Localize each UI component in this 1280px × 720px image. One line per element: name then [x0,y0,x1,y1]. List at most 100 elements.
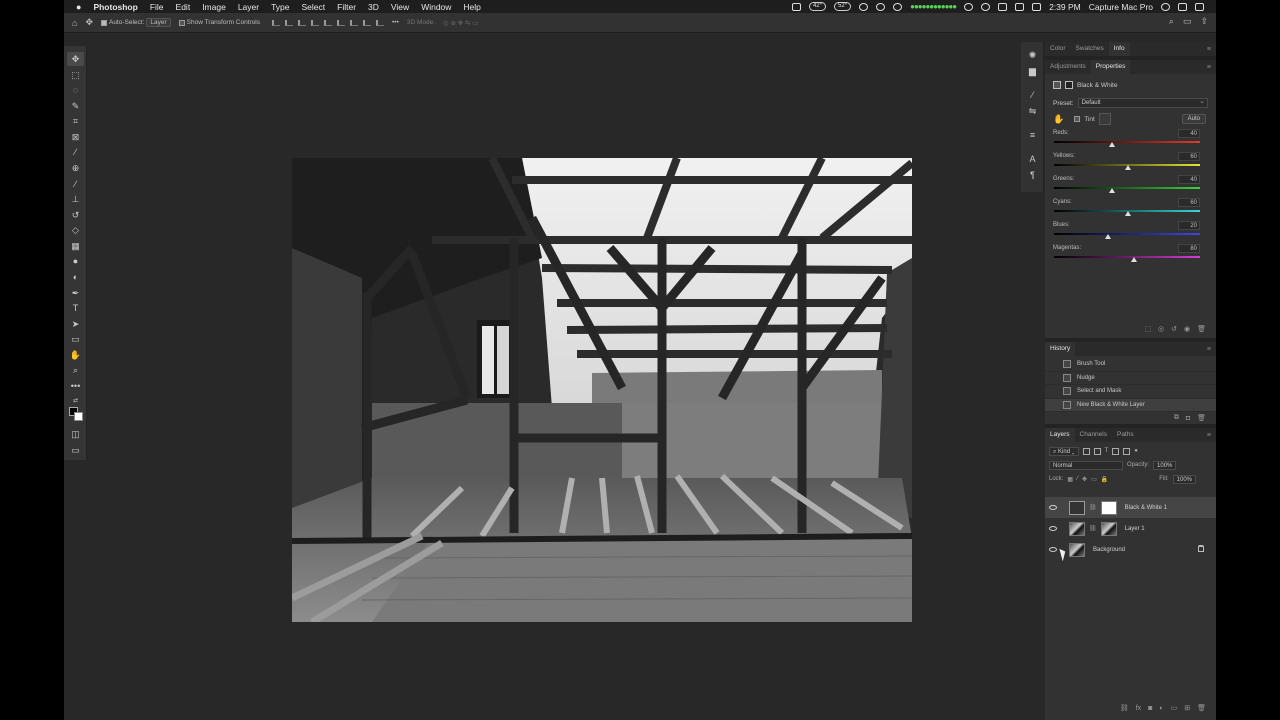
align-top-icon[interactable] [311,19,320,26]
layer-name[interactable]: Background [1093,547,1125,553]
slider-thumb[interactable] [1131,257,1138,262]
new-group-icon[interactable]: ▭ [1171,704,1178,712]
filter-pixel-icon[interactable] [1082,447,1090,455]
slider-value-input[interactable]: 40 [1178,175,1200,184]
healing-brush-tool-icon[interactable]: ⊕ [67,161,84,175]
menu-3d[interactable]: 3D [368,2,379,12]
brush-tool-icon[interactable]: ⁄ [67,177,84,191]
menubar-clock[interactable]: 2:39 PM [1049,2,1081,12]
slider-thumb[interactable] [1125,211,1132,216]
filter-kind-dropdown[interactable]: ⌕ Kind ⌄ [1049,446,1079,456]
menu-filter[interactable]: Filter [337,2,356,12]
lock-position-icon[interactable]: ✥ [1082,476,1087,483]
spotlight-icon[interactable] [1161,2,1170,11]
control-center-icon[interactable] [1178,2,1187,11]
move-tool-preset-icon[interactable]: ✥ [85,17,93,28]
lock-all-icon[interactable]: 🔒 [1101,476,1108,483]
align-center-icon[interactable] [285,19,294,26]
filter-toggle-icon[interactable]: ● [1134,448,1138,454]
bluetooth-icon[interactable] [981,2,991,11]
distribute-h-icon[interactable] [376,19,385,26]
path-select-tool-icon[interactable]: ➤ [67,317,84,331]
notification-icon[interactable] [1195,2,1204,11]
apple-icon[interactable]: ● [76,2,81,12]
move-tool-icon[interactable]: ✥ [67,52,84,66]
lock-icon[interactable] [1198,545,1204,552]
slider-value-input[interactable]: 60 [1178,198,1200,207]
crop-tool-icon[interactable]: ⌗ [67,114,84,128]
eyedropper-tool-icon[interactable]: ⁄ [67,145,84,159]
link-icon[interactable]: ⛓ [1089,504,1097,511]
new-layer-icon[interactable]: ⊞ [1184,704,1190,712]
panel-menu-icon[interactable]: ≡ [1207,346,1211,353]
filter-smart-object-icon[interactable] [1123,447,1131,455]
screen-record-icon[interactable] [791,2,801,11]
blend-mode-dropdown[interactable]: Normal [1049,460,1123,470]
show-transform-checkbox[interactable] [178,19,185,26]
layer-thumbnail[interactable] [1069,521,1085,536]
panel-menu-icon[interactable]: ≡ [1207,432,1211,439]
menu-image[interactable]: Image [202,2,226,12]
menu-window[interactable]: Window [421,2,451,12]
slider-value-input[interactable]: 20 [1178,221,1200,230]
auto-select-checkbox[interactable] [100,19,107,26]
auto-select-dropdown[interactable]: Layer [146,18,171,27]
adjustment-layer-icon[interactable] [1053,81,1061,89]
share-icon[interactable]: ⇪ [1200,16,1208,27]
sync-icon[interactable] [893,2,903,11]
layer-style-icon[interactable]: fx [1136,705,1141,712]
tab-history[interactable]: History [1045,342,1076,356]
visibility-icon[interactable]: ◉ [1184,325,1190,333]
targeted-adjust-icon[interactable]: ✋ [1053,114,1064,125]
filter-type-icon[interactable]: T [1105,448,1109,454]
hand-tool-icon[interactable]: ✋ [67,348,84,362]
slider-thumb[interactable] [1125,165,1132,170]
activity-monitor-icon[interactable]: ●●●●●●●●●●●● [910,2,957,11]
panel-menu-icon[interactable]: ≡ [1207,46,1211,53]
more-options-icon[interactable]: ••• [392,19,399,26]
menu-select[interactable]: Select [302,2,326,12]
history-item[interactable]: Select and Mask [1045,385,1216,399]
history-brush-tool-icon[interactable]: ↺ [67,208,84,222]
distribute-v-icon[interactable] [363,19,372,26]
filter-adjustment-icon[interactable] [1093,447,1101,455]
gpu-temp-badge[interactable]: 52° [834,2,852,11]
auto-button[interactable]: Auto [1181,114,1206,124]
screen-mode-icon[interactable]: ▭ [67,443,84,457]
battery-icon[interactable] [1032,2,1042,11]
eye-icon[interactable] [1049,547,1057,552]
menu-file[interactable]: File [150,2,164,12]
mask-thumbnail[interactable] [1100,521,1117,536]
menu-edit[interactable]: Edit [176,2,191,12]
paragraph-icon[interactable]: ¶ [1024,168,1041,182]
align-right-icon[interactable] [298,19,307,26]
slider-thumb[interactable] [1109,142,1116,147]
history-item[interactable]: Nudge [1045,372,1216,385]
tab-color[interactable]: Color [1045,42,1071,56]
slider-value-input[interactable]: 40 [1178,129,1200,138]
new-adjustment-icon[interactable]: ◐ [1159,705,1163,712]
tab-adjustments[interactable]: Adjustments [1045,60,1091,74]
fill-input[interactable]: 100% [1172,474,1196,484]
menu-layer[interactable]: Layer [238,2,259,12]
lock-pixels-icon[interactable]: ▦ [1067,476,1073,483]
preset-dropdown[interactable]: Default [1077,97,1208,108]
reset-icon[interactable]: ↺ [1171,325,1177,333]
quick-select-tool-icon[interactable]: ✎ [67,99,84,113]
histogram-icon[interactable]: ▆ [1024,64,1041,78]
dropbox-icon[interactable] [876,2,886,11]
delete-layer-icon[interactable]: 🗑 [1197,704,1206,712]
opacity-input[interactable]: 100% [1153,460,1177,470]
marquee-tool-icon[interactable]: ⬚ [67,68,84,82]
search-icon[interactable]: ⌕ [1169,16,1174,27]
link-layers-icon[interactable]: ⛓ [1120,704,1129,712]
gradient-tool-icon[interactable]: ▦ [67,239,84,253]
slider-track[interactable] [1054,141,1200,143]
zoom-tool-icon[interactable]: ⌕ [67,363,84,377]
quick-mask-icon[interactable]: ◫ [67,427,84,441]
lock-artboard-icon[interactable]: ▭ [1091,476,1097,483]
edit-toolbar-icon[interactable]: ••• [67,379,84,393]
rectangle-tool-icon[interactable]: ▭ [67,332,84,346]
menu-help[interactable]: Help [463,2,480,12]
link-icon[interactable]: ⛓ [1089,525,1097,532]
